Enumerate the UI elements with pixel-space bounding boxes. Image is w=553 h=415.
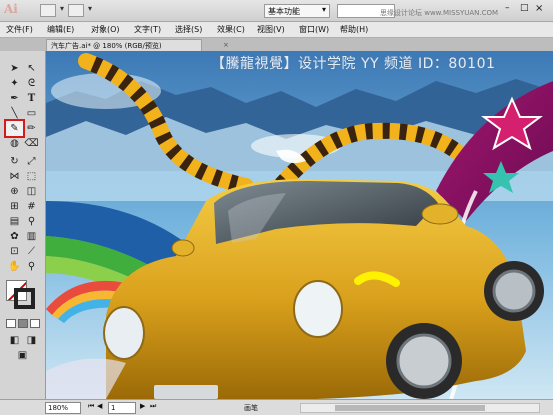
side-mirror-left: [171, 239, 195, 257]
maximize-button[interactable]: □: [520, 3, 532, 15]
width-tool[interactable]: ⋈: [6, 169, 23, 184]
previous-artboard-button[interactable]: ◀: [97, 402, 102, 410]
front-rim: [396, 333, 452, 389]
tools-panel: ➤ ↖ ✦ ᘓ ✒ T ╲ ▭ ✎ ✏ ◍ ⌫ ↻ ⤢ ⋈ ⬚ ⊕ ◫ ⊞ # …: [0, 51, 46, 406]
screen-mode-icon[interactable]: ▣: [14, 348, 31, 363]
free-transform-tool[interactable]: ⬚: [23, 169, 40, 184]
rectangle-tool[interactable]: ▭: [23, 106, 40, 121]
line-segment-tool[interactable]: ╲: [6, 106, 23, 121]
magic-wand-tool[interactable]: ✦: [6, 76, 23, 91]
menu-select[interactable]: 选择(S): [175, 24, 202, 35]
artwork-canvas[interactable]: 【騰龍視覺】设计学院 YY 频道 ID：80101: [46, 51, 553, 399]
paintbrush-tool[interactable]: ✎: [4, 119, 25, 138]
minimize-button[interactable]: –: [505, 3, 517, 15]
menu-edit[interactable]: 编辑(E): [47, 24, 74, 35]
horizontal-scrollbar[interactable]: [300, 403, 540, 413]
symbol-sprayer-tool[interactable]: ✿: [6, 229, 23, 244]
next-artboard-button[interactable]: ▶: [140, 402, 145, 410]
type-tool[interactable]: T: [23, 91, 40, 106]
document-tab-bar: 汽车广告.ai* @ 180% (RGB/预览) ×: [0, 38, 553, 51]
pen-tool[interactable]: ✒: [6, 91, 23, 106]
menu-bar: 文件(F) 编辑(E) 对象(O) 文字(T) 选择(S) 效果(C) 视图(V…: [0, 22, 553, 38]
menu-window[interactable]: 窗口(W): [299, 24, 329, 35]
blob-brush-tool[interactable]: ◍: [6, 136, 23, 151]
menu-view[interactable]: 视图(V): [257, 24, 285, 35]
menu-file[interactable]: 文件(F): [6, 24, 33, 35]
close-window-button[interactable]: ×: [535, 3, 549, 15]
canvas-watermark: 【騰龍視覺】设计学院 YY 频道 ID：80101: [211, 56, 496, 72]
rear-rim: [492, 269, 536, 313]
gradient-mode-button[interactable]: [18, 319, 28, 328]
lasso-tool[interactable]: ᘓ: [23, 76, 40, 91]
menu-effect[interactable]: 效果(C): [217, 24, 245, 35]
app-logo: Ai: [4, 2, 18, 16]
document-tab[interactable]: 汽车广告.ai* @ 180% (RGB/预览) ×: [46, 39, 229, 51]
slice-tool[interactable]: ⟋: [23, 244, 40, 259]
rotate-tool[interactable]: ↻: [6, 154, 23, 169]
scale-tool[interactable]: ⤢: [23, 154, 40, 169]
mesh-tool[interactable]: #: [23, 199, 40, 214]
pencil-tool[interactable]: ✏: [23, 121, 40, 136]
eraser-tool[interactable]: ⌫: [23, 136, 40, 151]
hand-tool[interactable]: ✋: [6, 259, 23, 274]
direct-selection-tool[interactable]: ↖: [23, 61, 40, 76]
bridge-icon[interactable]: [40, 4, 64, 17]
zoom-tool[interactable]: ⚲: [23, 259, 40, 274]
menu-type[interactable]: 文字(T): [134, 24, 161, 35]
arrange-documents-icon[interactable]: [68, 4, 92, 17]
zoom-level-field[interactable]: 180%: [45, 402, 81, 414]
close-tab-icon[interactable]: ×: [223, 41, 229, 49]
selection-tool[interactable]: ➤: [6, 61, 23, 76]
status-bar: 180% ⏮ ◀ 1 ▶ ⏭ 画笔: [0, 399, 553, 415]
none-mode-button[interactable]: [30, 319, 40, 328]
artboard-number-field[interactable]: 1: [108, 402, 136, 414]
menu-object[interactable]: 对象(O): [91, 24, 120, 35]
site-watermark: 思缘设计论坛 www.MISSYUAN.COM: [380, 9, 499, 17]
stroke-swatch[interactable]: [14, 288, 35, 309]
eyedropper-tool[interactable]: ⚲: [23, 214, 40, 229]
draw-mode-icon[interactable]: ◧: [6, 333, 23, 348]
license-plate: [154, 385, 218, 399]
color-mode-button[interactable]: [6, 319, 16, 328]
gradient-tool[interactable]: ▤: [6, 214, 23, 229]
car-advertisement-artwork: [46, 51, 553, 399]
draw-behind-icon[interactable]: ◨: [23, 333, 40, 348]
last-artboard-button[interactable]: ⏭: [150, 402, 156, 411]
current-tool-status: 画笔: [244, 404, 258, 412]
menu-help[interactable]: 帮助(H): [340, 24, 368, 35]
perspective-grid-tool[interactable]: ⊞: [6, 199, 23, 214]
first-artboard-button[interactable]: ⏮: [88, 402, 94, 411]
document-tab-title: 汽车广告.ai* @ 180% (RGB/预览): [51, 42, 162, 50]
headlight-right: [293, 280, 343, 338]
side-mirror-right: [421, 203, 459, 225]
application-bar: Ai 基本功能 ▾ 思缘设计论坛 www.MISSYUAN.COM – □ ×: [0, 0, 553, 22]
headlight-left: [103, 306, 145, 360]
column-graph-tool[interactable]: ▥: [23, 229, 40, 244]
workspace-switcher[interactable]: 基本功能 ▾: [264, 4, 330, 18]
live-paint-tool[interactable]: ◫: [23, 184, 40, 199]
scrollbar-thumb[interactable]: [335, 405, 485, 411]
chevron-down-icon: ▾: [321, 5, 326, 14]
artboard-tool[interactable]: ⊡: [6, 244, 23, 259]
shape-builder-tool[interactable]: ⊕: [6, 184, 23, 199]
workspace-label: 基本功能: [268, 7, 300, 16]
